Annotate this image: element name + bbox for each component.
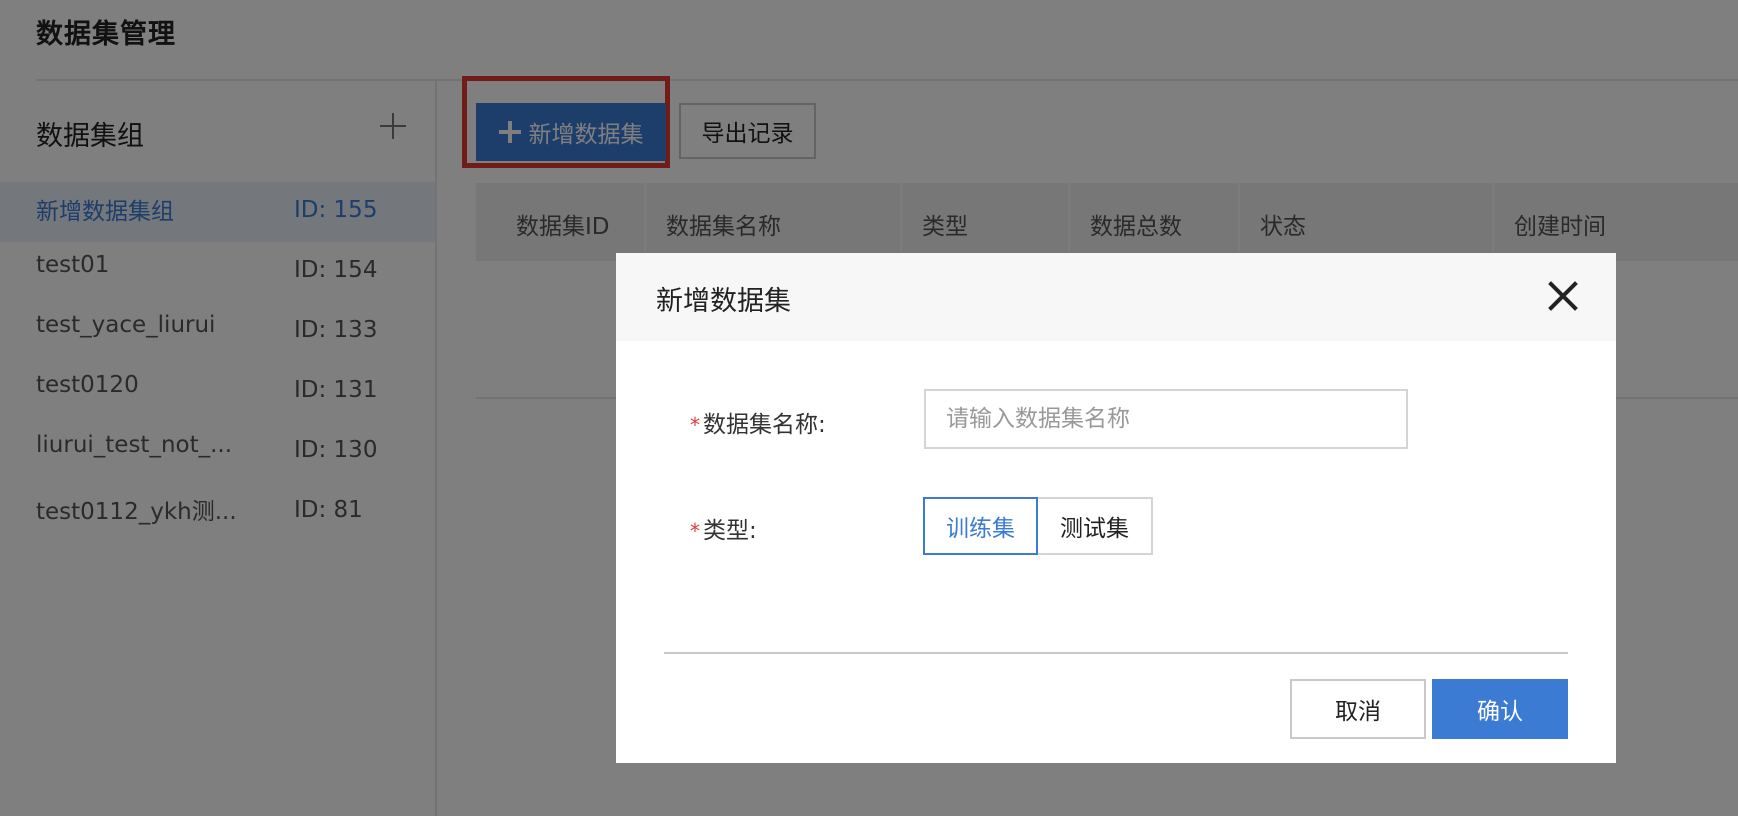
cancel-button[interactable]: 取消 bbox=[1290, 679, 1426, 739]
type-option-test[interactable]: 测试集 bbox=[1038, 497, 1153, 555]
add-dataset-dialog: 新增数据集 *数据集名称: *类型: 训练集 测试集 取消 确认 bbox=[616, 253, 1616, 763]
type-label-text: 类型: bbox=[703, 518, 757, 544]
close-icon[interactable] bbox=[1546, 279, 1580, 313]
type-label: * 类型: bbox=[690, 511, 757, 545]
dataset-name-label: * 数据集名称: bbox=[690, 405, 826, 439]
dialog-header: 新增数据集 bbox=[616, 253, 1616, 341]
dialog-title: 新增数据集 bbox=[656, 286, 791, 317]
dataset-name-input[interactable] bbox=[924, 389, 1408, 449]
required-mark: * bbox=[690, 519, 700, 543]
required-mark: * bbox=[690, 413, 700, 437]
type-option-train[interactable]: 训练集 bbox=[923, 497, 1038, 555]
dataset-name-label-text: 数据集名称: bbox=[703, 412, 826, 438]
dialog-divider bbox=[664, 652, 1568, 654]
confirm-button[interactable]: 确认 bbox=[1432, 679, 1568, 739]
